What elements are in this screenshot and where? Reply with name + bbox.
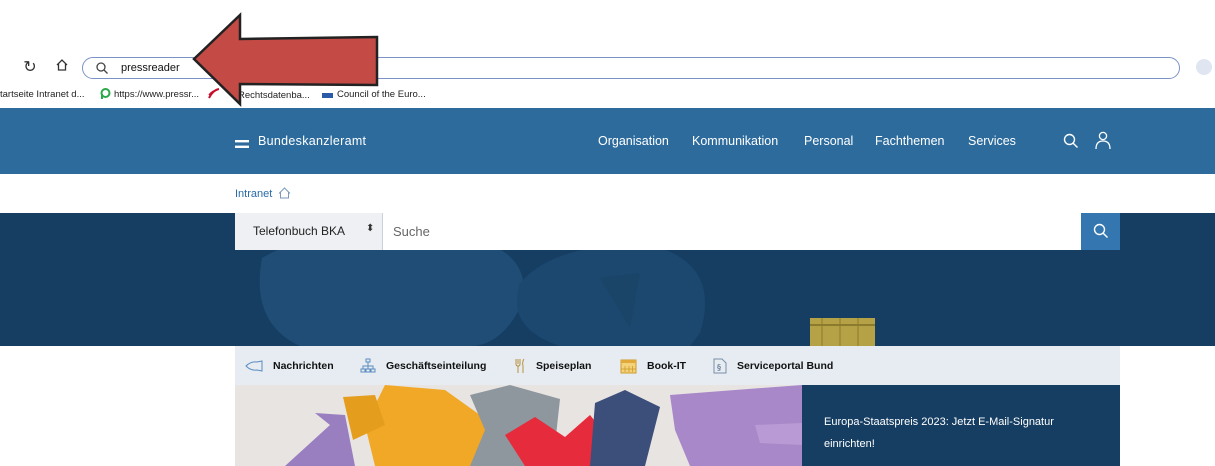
org-chart-icon [360,358,376,372]
quicklink-nachrichten[interactable]: Nachrichten [245,346,334,385]
logo-icon [235,140,249,148]
user-icon[interactable] [1094,130,1112,150]
nav-item-organisation[interactable]: Organisation [598,134,669,148]
teaser-headline: Europa-Staatspreis 2023: Jetzt E-Mail-Si… [824,416,1054,450]
reload-icon[interactable]: ↻ [20,58,40,78]
calendar-icon [620,359,637,373]
search-button[interactable] [1081,213,1120,250]
extension-icon[interactable] [1196,59,1212,75]
document-paragraph-icon: § [713,358,727,373]
search-scope-value: Telefonbuch BKA [253,224,346,238]
bookmark-item[interactable]: tartseite Intranet d... [0,88,85,102]
home-icon[interactable] [278,187,291,199]
search-input[interactable] [385,213,1075,250]
teaser-text-box[interactable]: Europa-Staatspreis 2023: Jetzt E-Mail-Si… [802,385,1120,466]
nav-item-personal[interactable]: Personal [804,134,853,148]
teaser[interactable]: Europa-Staatspreis 2023: Jetzt E-Mail-Si… [235,385,1120,466]
browser-toolbar: ↻ [0,50,1215,86]
quicklink-book-it[interactable]: Book-IT [620,346,686,385]
nav-item-fachthemen[interactable]: Fachthemen [875,134,944,148]
nav-item-kommunikation[interactable]: Kommunikation [692,134,778,148]
svg-text:§: § [717,363,721,372]
cutlery-icon [515,358,525,373]
teaser-image[interactable] [235,385,802,466]
quicklink-speiseplan[interactable]: Speiseplan [514,346,591,385]
nav-item-services[interactable]: Services [968,134,1016,148]
search-icon[interactable] [1062,132,1080,150]
select-arrow-icon: ⬍ [366,223,375,234]
pressreader-icon [100,88,111,99]
quicklink-serviceportal-bund[interactable]: § Serviceportal Bund [713,346,833,385]
home-icon[interactable] [52,58,72,78]
search-scope-select[interactable]: Telefonbuch BKA ⬍ [235,213,383,250]
search-banner: Telefonbuch BKA ⬍ [0,213,1215,346]
search-icon [96,62,108,74]
search-form: Telefonbuch BKA ⬍ [235,213,1120,250]
megaphone-icon [245,359,263,372]
site-logo[interactable]: Bundeskanzleramt [258,134,366,148]
quicklink-geschaeftseinteilung[interactable]: Geschäftseinteilung [360,346,486,385]
quicklinks-bar: Nachrichten Geschäftseinteilung Speisepl… [235,346,1120,385]
bookmark-item[interactable]: https://www.pressr... [100,88,199,102]
annotation-arrow-icon [192,12,379,107]
site-header: Bundeskanzleramt Organisation Kommunikat… [0,108,1215,174]
teaser-illustration [285,385,802,466]
breadcrumb-intranet[interactable]: Intranet [235,188,272,200]
breadcrumb: Intranet [235,187,291,200]
bookmarks-bar: tartseite Intranet d... https://www.pres… [0,86,1215,104]
search-icon [1093,223,1108,238]
